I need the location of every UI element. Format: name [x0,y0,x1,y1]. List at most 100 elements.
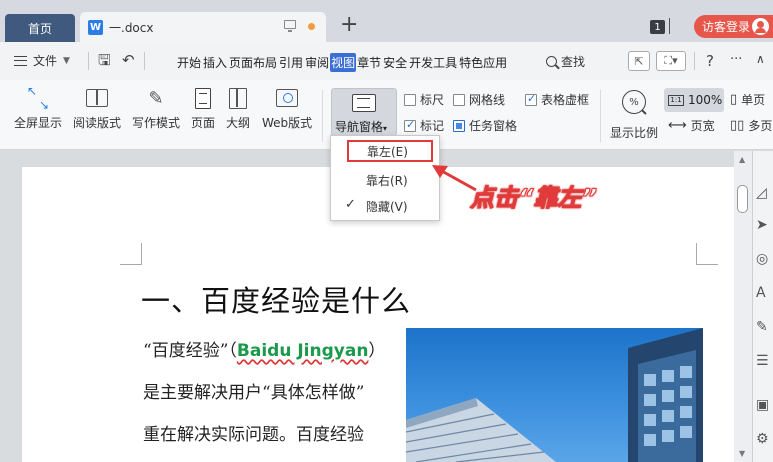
document-paragraph-line[interactable]: “百度经验”（Baidu Jingyan） [143,336,385,361]
dock-left-option[interactable]: 靠左(E) [347,140,433,162]
scroll-down-icon[interactable]: ▼ [739,449,745,458]
guest-login-label: 访客登录 [702,20,751,34]
checkbox-unchecked-icon [453,93,465,106]
window-count-badge[interactable]: 1 [650,18,670,34]
outline-label: 大纲 [226,116,251,130]
share-icon[interactable]: ⇱ [628,51,650,71]
tab-home[interactable]: 首页 [5,14,75,42]
checkbox-unchecked-icon [404,93,416,106]
table-gridlines-checkbox[interactable]: 表格虚框 [525,91,589,108]
task-pane-label: 任务窗格 [469,119,518,133]
multi-page-button[interactable]: ▯▯ 多页 [730,117,772,134]
zoom-icon[interactable]: % [622,90,646,114]
shape-icon[interactable]: ◿ [756,185,767,201]
scroll-up-icon[interactable]: ▲ [739,155,745,164]
edit-icon[interactable]: ✎ [756,319,768,335]
ribbon-divider [600,90,601,142]
zoom-100-button[interactable]: 1:1 100% [664,88,724,112]
building-image [406,328,703,462]
tab-chapter[interactable]: 章节 [356,53,382,72]
web-layout-icon [276,89,299,107]
help-icon[interactable]: ? [706,52,714,70]
new-tab-button[interactable]: + [340,14,358,36]
document-paragraph-line[interactable]: 是主要解决用户“具体怎样做” [143,378,364,403]
menu-bar: 文件 ▼ 🖫 ↶ 开始 插入 页面布局 引用 审阅 视图 章节 安全 开发工具 … [0,42,773,80]
document-paragraph-line[interactable]: 重在解决实际问题。百度经验 [143,420,364,445]
page-width-label: 页宽 [690,119,715,133]
scroll-thumb[interactable] [737,185,748,213]
page-view-button[interactable]: 页面 [188,83,219,134]
list-icon[interactable]: ☰ [756,353,769,369]
dock-right-label: 靠右(R) [366,173,408,188]
building-photo[interactable] [406,328,703,462]
reading-mode-label: 阅读版式 [73,116,122,130]
avatar-icon [752,18,769,35]
tab-view[interactable]: 视图 [330,53,357,72]
outline-icon [229,87,247,109]
shapes-icon[interactable]: ◎ [756,251,768,267]
tab-developer[interactable]: 开发工具 [408,53,458,72]
tab-insert[interactable]: 插入 [202,53,228,72]
cursor-icon[interactable]: ➤ [756,217,768,233]
tab-document[interactable]: W 一.docx [80,12,326,42]
tab-references[interactable]: 引用 [278,53,304,72]
tab-security[interactable]: 安全 [382,53,408,72]
checkmark-icon: ✓ [345,197,356,212]
tab-page-layout[interactable]: 页面布局 [228,53,278,72]
hide-option[interactable]: ✓ 隐藏(V) [331,195,439,217]
tab-home-ribbon[interactable]: 开始 [176,53,202,72]
document-heading[interactable]: 一、百度经验是什么 [141,278,411,320]
marks-checkbox[interactable]: 标记 [404,117,444,134]
hide-label: 隐藏(V) [366,199,408,214]
reading-mode-button[interactable]: 阅读版式 [73,86,121,131]
ruler-checkbox[interactable]: 标尺 [404,91,444,108]
monitor-icon[interactable] [284,20,296,32]
text-style-icon[interactable]: A [756,285,766,301]
vertical-scrollbar[interactable]: ▲ ▼ [734,151,752,462]
checkbox-checked-icon [404,118,416,132]
zoom-label: 显示比例 [610,126,659,140]
menu-divider [694,52,695,70]
title-bar: 首页 W 一.docx + 1 访客登录 [0,0,773,42]
tab-special-apps[interactable]: 特色应用 [458,53,508,72]
tab-home-label: 首页 [27,21,52,36]
checkbox-checked-icon [525,92,537,106]
save-icon[interactable]: 🖫 [98,52,111,68]
web-layout-button[interactable]: Web版式 [262,86,312,131]
single-page-button[interactable]: ▯ 单页 [730,91,765,108]
search-icon [546,56,557,67]
tab-review[interactable]: 审阅 [304,53,330,72]
outline-view-button[interactable]: 大纲 [226,86,250,131]
page-icon [195,87,211,109]
text-run: ） [368,341,386,361]
dock-left-label: 靠左(E) [367,144,408,159]
marks-label: 标记 [420,119,445,133]
file-menu[interactable]: 文件 ▼ [14,52,70,69]
checkbox-partial-icon [453,119,465,132]
image-icon[interactable]: ▣ [756,397,769,413]
search-button[interactable]: 查找 [546,53,585,70]
more-icon[interactable]: ··· [730,52,742,67]
collapse-ribbon-icon[interactable]: ∧ [756,52,765,66]
page-width-button[interactable]: ⟷ 页宽 [668,117,715,134]
writing-mode-button[interactable]: ✎ 写作模式 [132,86,180,131]
fullscreen-button[interactable]: 全屏显示 [14,84,62,131]
book-icon [86,89,108,107]
nav-pane-icon [352,94,376,112]
margin-corner-mark [696,243,718,265]
nav-pane-button[interactable]: 导航窗格▾ [331,88,397,136]
undo-icon[interactable]: ↶ [122,52,135,68]
cloud-sync-icon[interactable]: ⛶▾ [656,51,686,71]
task-pane-checkbox[interactable]: 任务窗格 [453,117,517,134]
guest-login-button[interactable]: 访客登录 [694,15,773,38]
text-run: “百度经验”（ [143,341,237,361]
dock-right-option[interactable]: 靠右(R) [331,169,439,191]
tools-icon[interactable]: ⚙ [756,431,769,447]
single-page-icon: ▯ [730,92,738,107]
zoom-button[interactable]: 显示比例 [610,124,658,141]
nav-pane-dropdown: 靠左(E) 靠右(R) ✓ 隐藏(V) [330,135,440,221]
nav-pane-label: 导航窗格 [335,120,384,134]
right-tool-panel: ◿ ➤ ◎ A ✎ ☰ ▣ ⚙ [752,151,773,462]
gridlines-checkbox[interactable]: 网格线 [453,91,505,108]
hamburger-icon [14,55,27,66]
